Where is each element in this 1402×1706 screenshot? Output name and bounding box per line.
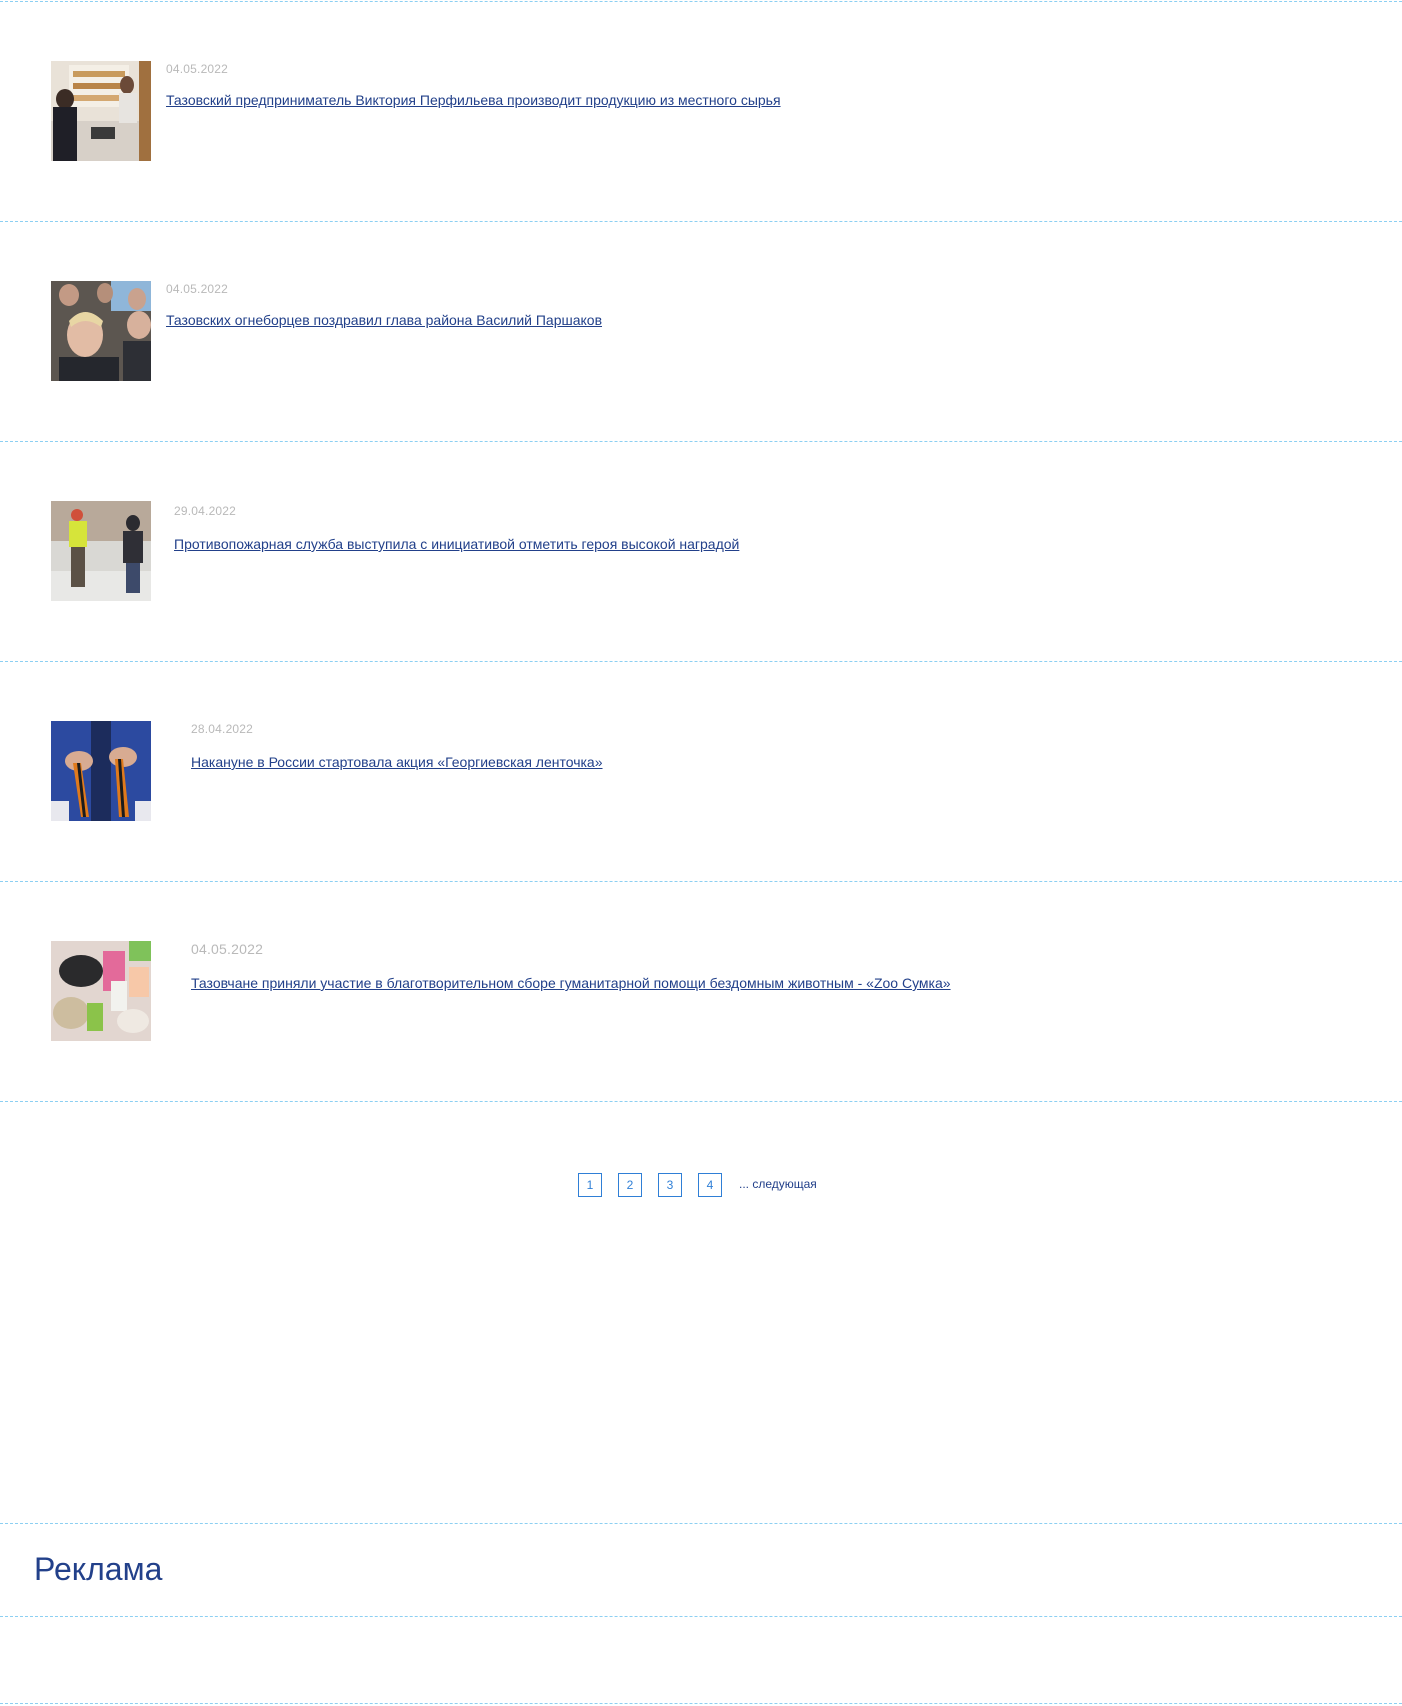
divider [0,1,1402,2]
divider [0,881,1402,882]
donations-photo-icon [51,941,151,1041]
news-thumbnail[interactable] [51,61,151,161]
divider [0,1703,1402,1704]
ads-heading: Реклама [34,1551,163,1587]
news-thumbnail[interactable] [51,501,151,601]
news-item: 04.05.2022 Тазовчане приняли участие в б… [0,941,1402,1061]
news-title-link[interactable]: Накануне в России стартовала акция «Геор… [191,754,603,770]
divider [0,1523,1402,1524]
divider [0,1101,1402,1102]
page-1-button[interactable]: 1 [578,1173,602,1197]
news-date: 29.04.2022 [174,504,237,518]
page-2-button[interactable]: 2 [618,1173,642,1197]
people-outdoor-photo-icon [51,501,151,601]
news-thumbnail[interactable] [51,721,151,821]
news-date: 28.04.2022 [191,722,254,736]
news-title-link[interactable]: Тазовских огнеборцев поздравил глава рай… [166,312,602,328]
next-page-link[interactable]: ... следующая [739,1177,817,1191]
page-4-button[interactable]: 4 [698,1173,722,1197]
ribbons-photo-icon [51,721,151,821]
news-item: 29.04.2022 Противопожарная служба выступ… [0,501,1402,621]
news-thumbnail[interactable] [51,281,151,381]
news-date: 04.05.2022 [166,62,229,76]
news-date: 04.05.2022 [191,941,264,957]
news-date: 04.05.2022 [166,282,229,296]
news-item: 04.05.2022 Тазовский предприниматель Вик… [0,61,1402,181]
news-title-link[interactable]: Тазовский предприниматель Виктория Перфи… [166,92,781,108]
news-title-link[interactable]: Противопожарная служба выступила с иници… [174,536,739,552]
news-title-link[interactable]: Тазовчане приняли участие в благотворите… [191,975,951,991]
bakery-photo-icon [51,61,151,161]
divider [0,661,1402,662]
divider [0,221,1402,222]
divider [0,1616,1402,1617]
news-item: 28.04.2022 Накануне в России стартовала … [0,721,1402,841]
page-3-button[interactable]: 3 [658,1173,682,1197]
firefighters-photo-icon [51,281,151,381]
news-thumbnail[interactable] [51,941,151,1041]
divider [0,441,1402,442]
news-item: 04.05.2022 Тазовских огнеборцев поздрави… [0,281,1402,401]
